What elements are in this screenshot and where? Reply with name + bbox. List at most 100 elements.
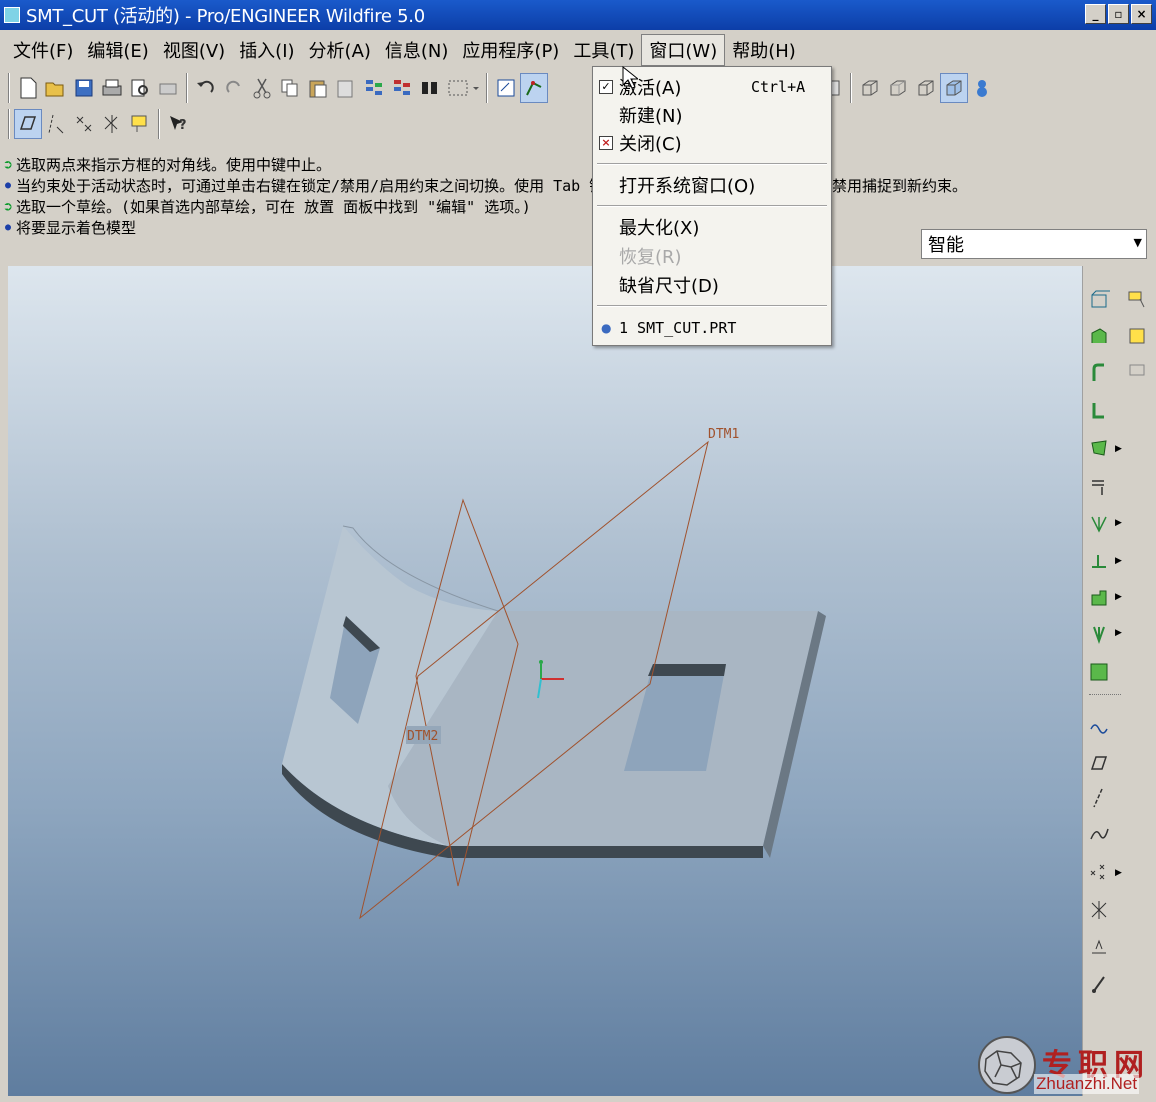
menu-insert[interactable]: 插入(I) bbox=[232, 35, 301, 65]
sketch-view-icon[interactable] bbox=[492, 73, 520, 103]
edge-bend-icon[interactable] bbox=[1085, 546, 1113, 574]
datum-planes-display-icon[interactable] bbox=[14, 109, 42, 139]
minimize-button[interactable]: _ bbox=[1085, 4, 1106, 24]
datum-toolbar: ? bbox=[4, 106, 192, 142]
print-icon[interactable] bbox=[98, 73, 126, 103]
message-line: ➲ 选取一个草绘。(如果首选内部草绘，可在 放置 面板中找到 "编辑" 选项。) bbox=[3, 197, 531, 217]
menu-item-new[interactable]: 新建(N) bbox=[593, 102, 831, 128]
context-help-icon[interactable]: ? bbox=[164, 109, 192, 139]
menu-edit[interactable]: 编辑(E) bbox=[80, 35, 155, 65]
reference-icon[interactable] bbox=[1085, 970, 1113, 998]
datum-axis-icon[interactable] bbox=[1085, 784, 1113, 812]
flyout-arrow-icon[interactable]: ▶ bbox=[1115, 556, 1122, 566]
annotation-display-icon[interactable] bbox=[126, 109, 154, 139]
datum-label-dtm1: DTM1 bbox=[708, 427, 739, 442]
menu-bar: 文件(F) 编辑(E) 视图(V) 插入(I) 分析(A) 信息(N) 应用程序… bbox=[0, 34, 1156, 66]
flyout-arrow-icon[interactable]: ▶ bbox=[1115, 868, 1122, 878]
menu-applications[interactable]: 应用程序(P) bbox=[455, 35, 566, 65]
menu-tools[interactable]: 工具(T) bbox=[566, 35, 641, 65]
graphics-window[interactable]: DTM1 DTM2 bbox=[8, 266, 1082, 1096]
no-hidden-icon[interactable] bbox=[912, 73, 940, 103]
watermark-logo-icon bbox=[978, 1036, 1036, 1094]
open-file-icon[interactable] bbox=[42, 73, 70, 103]
copy-icon[interactable] bbox=[276, 73, 304, 103]
toolbar-separator bbox=[8, 109, 10, 139]
undo-icon[interactable] bbox=[192, 73, 220, 103]
flyout-arrow-icon[interactable]: ▶ bbox=[1115, 628, 1122, 638]
paste-icon[interactable] bbox=[304, 73, 332, 103]
message-line: ➲ 选取两点来指示方框的对角线。使用中键中止。 bbox=[3, 155, 332, 175]
regenerate-icon[interactable] bbox=[360, 73, 388, 103]
right-feature-toolbar: ▶ ▶ ▶ ▶ ▶ ▶ bbox=[1082, 266, 1156, 1096]
flyout-arrow-icon[interactable]: ▶ bbox=[1115, 444, 1122, 454]
wireframe-icon[interactable] bbox=[856, 73, 884, 103]
close-button[interactable]: × bbox=[1131, 4, 1152, 24]
coordinate-system-icon[interactable] bbox=[1085, 896, 1113, 924]
shading-icon[interactable] bbox=[940, 73, 968, 103]
csys-display-icon[interactable] bbox=[98, 109, 126, 139]
datum-curve-icon[interactable] bbox=[1085, 712, 1113, 740]
menu-item-maximize[interactable]: 最大化(X) bbox=[593, 214, 831, 240]
menu-window[interactable]: 窗口(W) bbox=[641, 34, 726, 66]
paste-special-icon[interactable] bbox=[332, 73, 360, 103]
send-mail-icon[interactable] bbox=[154, 73, 182, 103]
datum-axes-display-icon[interactable] bbox=[42, 109, 70, 139]
selection-box-icon[interactable] bbox=[444, 73, 482, 103]
cut-icon[interactable] bbox=[1085, 434, 1113, 462]
find-icon[interactable] bbox=[416, 73, 444, 103]
flyout-arrow-icon[interactable]: ▶ bbox=[1115, 518, 1122, 528]
watermark: 专职网 Zhuanzhi.Net bbox=[976, 1032, 1152, 1096]
bend-icon[interactable] bbox=[1085, 510, 1113, 538]
datum-points-display-icon[interactable] bbox=[70, 109, 98, 139]
menu-view[interactable]: 视图(V) bbox=[156, 35, 232, 65]
datum-label-dtm2: DTM2 bbox=[407, 729, 438, 744]
new-file-icon[interactable] bbox=[14, 73, 42, 103]
round-icon[interactable] bbox=[1123, 286, 1151, 314]
menu-item-open-system-window[interactable]: 打开系统窗口(O) bbox=[593, 172, 831, 198]
menu-item-window-1[interactable]: ● 1 SMT_CUT.PRT bbox=[593, 315, 831, 341]
menu-separator bbox=[597, 305, 827, 307]
toolbar-separator bbox=[486, 73, 488, 103]
prompt-arrow-icon: ➲ bbox=[3, 197, 13, 216]
chamfer-icon[interactable] bbox=[1123, 322, 1151, 350]
message-line-continued: 禁用捕捉到新约束。 bbox=[832, 177, 968, 195]
print-preview-icon[interactable] bbox=[126, 73, 154, 103]
bend-back-icon[interactable] bbox=[1085, 620, 1113, 648]
model-tree-icon[interactable] bbox=[968, 73, 996, 103]
maximize-button[interactable]: ▫ bbox=[1108, 4, 1129, 24]
cosmetic-icon[interactable] bbox=[1123, 358, 1151, 386]
datum-plane-icon[interactable] bbox=[1085, 748, 1113, 776]
chevron-down-icon[interactable]: ▼ bbox=[1134, 236, 1142, 249]
redo-icon[interactable] bbox=[220, 73, 248, 103]
flat-wall-icon[interactable] bbox=[1085, 322, 1113, 350]
selection-filter-select[interactable]: 智能 ▼ bbox=[921, 229, 1147, 259]
message-line: ● 将要显示着色模型 bbox=[2, 217, 136, 238]
menu-analysis[interactable]: 分析(A) bbox=[302, 35, 378, 65]
menu-item-restore: 恢复(R) bbox=[619, 247, 682, 268]
flange-wall-icon[interactable] bbox=[1085, 358, 1113, 386]
menu-help[interactable]: 帮助(H) bbox=[725, 35, 803, 65]
info-dot-icon: ● bbox=[4, 222, 12, 233]
save-icon[interactable] bbox=[70, 73, 98, 103]
unbend-icon[interactable] bbox=[1085, 584, 1113, 612]
analysis-icon[interactable] bbox=[1085, 932, 1113, 960]
menu-info[interactable]: 信息(N) bbox=[378, 35, 456, 65]
menu-file[interactable]: 文件(F) bbox=[6, 35, 80, 65]
toolbar-separator bbox=[158, 109, 160, 139]
cut-icon[interactable] bbox=[248, 73, 276, 103]
extend-wall-icon[interactable] bbox=[1085, 396, 1113, 424]
flyout-arrow-icon[interactable]: ▶ bbox=[1115, 592, 1122, 602]
window-title: SMT_CUT (活动的) - Pro/ENGINEER Wildfire 5.… bbox=[26, 6, 425, 27]
menu-item-default-size[interactable]: 缺省尺寸(D) bbox=[593, 272, 831, 298]
title-bar: SMT_CUT (活动的) - Pro/ENGINEER Wildfire 5.… bbox=[0, 0, 1156, 30]
sketched-curve-icon[interactable] bbox=[1085, 820, 1113, 848]
menu-item-close[interactable]: × 关闭(C) bbox=[593, 130, 831, 156]
sketch-tool-icon[interactable] bbox=[520, 73, 548, 103]
datum-point-icon[interactable] bbox=[1085, 858, 1113, 886]
rip-icon[interactable] bbox=[1085, 472, 1113, 500]
flat-pattern-icon[interactable] bbox=[1085, 658, 1113, 686]
menu-separator bbox=[597, 205, 827, 207]
hidden-line-icon[interactable] bbox=[884, 73, 912, 103]
regeneration-manager-icon[interactable] bbox=[388, 73, 416, 103]
hole-icon[interactable] bbox=[1085, 286, 1113, 314]
